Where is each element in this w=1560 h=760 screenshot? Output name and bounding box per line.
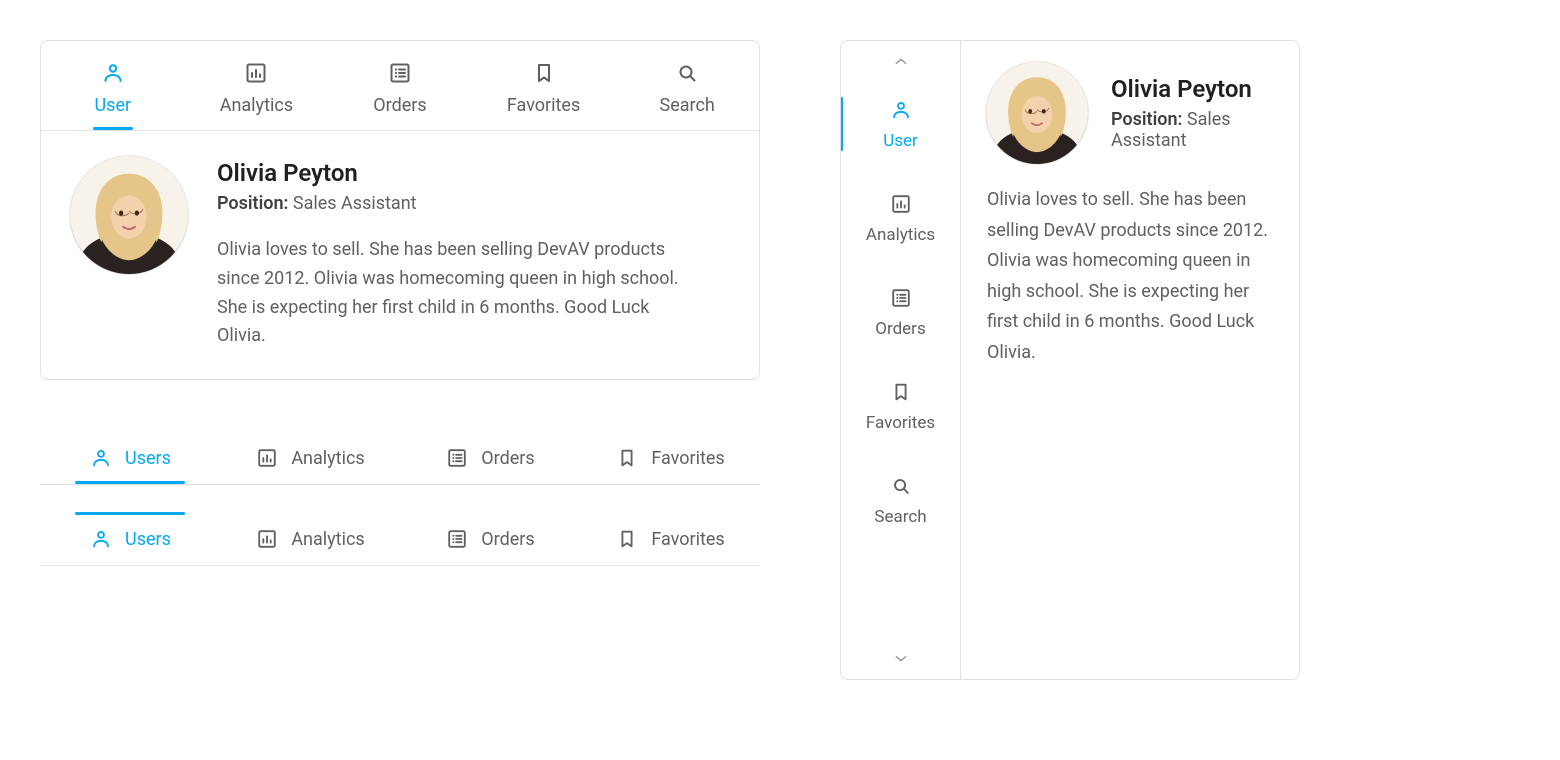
tab-favorites[interactable]: Favorites	[580, 432, 760, 484]
tab-users[interactable]: Users	[40, 513, 220, 565]
scroll-prev-button[interactable]	[841, 47, 960, 77]
position-label: Position:	[217, 193, 288, 214]
tab-content-user: Olivia Peyton Position: Sales Assistant …	[961, 41, 1299, 679]
vtab-analytics[interactable]: Analytics	[841, 171, 960, 265]
tab-analytics[interactable]: Analytics	[220, 432, 400, 484]
profile-notes: Olivia loves to sell. She has been selli…	[217, 236, 697, 351]
tab-favorites[interactable]: Favorites	[580, 513, 760, 565]
analytics-icon	[255, 527, 279, 551]
user-icon	[888, 97, 914, 123]
bookmark-icon	[615, 446, 639, 470]
bookmark-icon	[615, 527, 639, 551]
tab-label: Favorites	[507, 95, 580, 116]
search-icon	[673, 59, 701, 87]
profile-position: Position: Sales Assistant	[217, 193, 697, 214]
tab-user[interactable]: User	[41, 41, 185, 130]
tabbar-inline-2: Users Analytics Orders Favorites	[40, 513, 760, 566]
avatar	[69, 155, 189, 275]
user-icon	[89, 527, 113, 551]
tab-label: Analytics	[866, 225, 935, 245]
tab-label: Favorites	[866, 413, 935, 433]
orders-icon	[386, 59, 414, 87]
vtab-favorites[interactable]: Favorites	[841, 359, 960, 453]
tabbar-inline-1: Users Analytics Orders Favorites	[40, 432, 760, 485]
scroll-next-button[interactable]	[841, 643, 960, 673]
profile-text: Olivia Peyton Position: Sales Assistant …	[217, 155, 697, 351]
panel-vertical-tabs: User Analytics Orders Favorites Search	[840, 40, 1300, 680]
tab-analytics[interactable]: Analytics	[185, 41, 329, 130]
tab-label: Users	[125, 448, 171, 469]
tab-analytics[interactable]: Analytics	[220, 513, 400, 565]
orders-icon	[888, 285, 914, 311]
panel-horizontal-tabs: User Analytics Orders Favorites Search	[40, 40, 760, 380]
tab-label: Favorites	[651, 529, 724, 550]
tab-label: Analytics	[291, 529, 364, 550]
orders-icon	[445, 446, 469, 470]
tab-orders[interactable]: Orders	[400, 432, 580, 484]
tab-content-user: Olivia Peyton Position: Sales Assistant …	[41, 131, 759, 379]
analytics-icon	[255, 446, 279, 470]
profile-name: Olivia Peyton	[1111, 75, 1275, 103]
search-icon	[888, 473, 914, 499]
bookmark-icon	[530, 59, 558, 87]
tab-label: Favorites	[651, 448, 724, 469]
avatar	[985, 61, 1089, 165]
tab-label: Orders	[875, 319, 925, 339]
position-value: Sales Assistant	[293, 193, 417, 214]
tab-orders[interactable]: Orders	[328, 41, 472, 130]
bookmark-icon	[888, 379, 914, 405]
vtab-orders[interactable]: Orders	[841, 265, 960, 359]
tabs-top: User Analytics Orders Favorites Search	[41, 41, 759, 131]
tab-label: Analytics	[220, 95, 293, 116]
profile-text: Olivia Peyton Position: Sales Assistant	[1111, 75, 1275, 151]
user-icon	[89, 446, 113, 470]
tab-label: Orders	[481, 529, 534, 550]
vertical-tabs: User Analytics Orders Favorites Search	[841, 41, 961, 679]
user-icon	[99, 59, 127, 87]
tab-orders[interactable]: Orders	[400, 513, 580, 565]
vtab-search[interactable]: Search	[841, 453, 960, 547]
tab-label: Search	[874, 507, 926, 527]
tab-label: Analytics	[291, 448, 364, 469]
tab-label: User	[883, 131, 918, 151]
profile-name: Olivia Peyton	[217, 159, 697, 187]
tab-label: Orders	[373, 95, 426, 116]
orders-icon	[445, 527, 469, 551]
tab-search[interactable]: Search	[615, 41, 759, 130]
tab-label: Orders	[481, 448, 534, 469]
profile-position: Position: Sales Assistant	[1111, 109, 1275, 151]
position-label: Position:	[1111, 109, 1182, 130]
tab-users[interactable]: Users	[40, 432, 220, 484]
tab-label: User	[94, 95, 131, 116]
tab-label: Search	[660, 95, 715, 116]
tab-favorites[interactable]: Favorites	[472, 41, 616, 130]
vtab-user[interactable]: User	[841, 77, 960, 171]
analytics-icon	[242, 59, 270, 87]
tab-label: Users	[125, 529, 171, 550]
analytics-icon	[888, 191, 914, 217]
profile-notes: Olivia loves to sell. She has been selli…	[961, 171, 1299, 393]
